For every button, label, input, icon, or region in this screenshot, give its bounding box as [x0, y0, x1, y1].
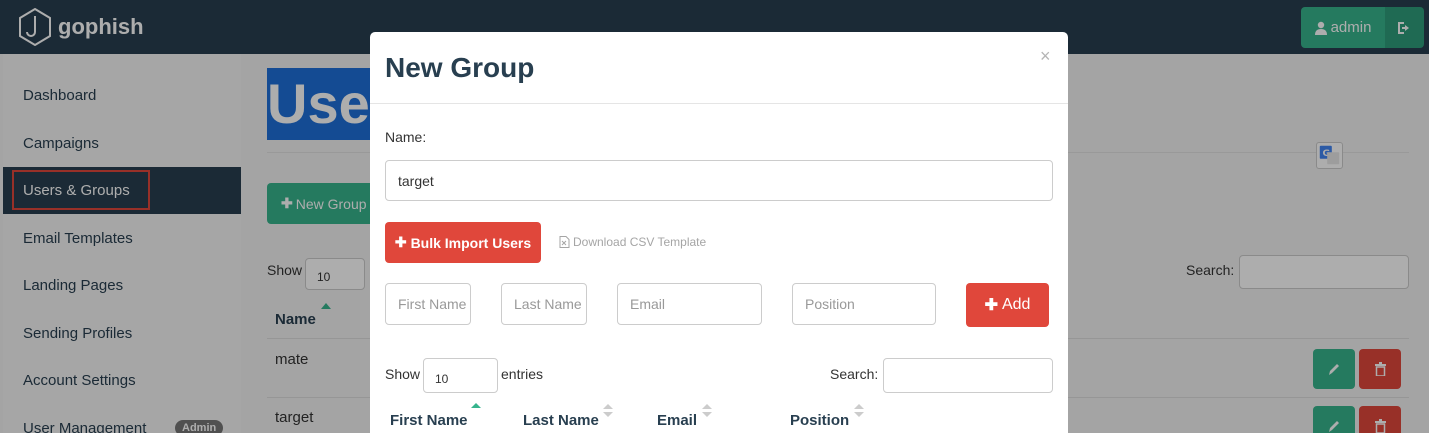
plus-icon: ✚ — [394, 234, 407, 250]
download-csv-link[interactable]: Download CSV Template — [559, 235, 706, 249]
add-label: Add — [1001, 296, 1031, 313]
column-header-last-name[interactable]: Last Name — [523, 412, 599, 429]
sort-icon — [702, 404, 712, 417]
modal-header-divider — [370, 103, 1068, 104]
modal-title: New Group — [385, 52, 535, 83]
download-csv-label: Download CSV Template — [573, 235, 707, 249]
position-input[interactable] — [792, 283, 936, 325]
column-header-email[interactable]: Email — [657, 412, 697, 429]
bulk-import-button[interactable]: ✚ Bulk Import Users — [385, 222, 541, 263]
sort-icon — [854, 404, 864, 417]
name-label: Name: — [385, 129, 427, 145]
last-name-input[interactable] — [501, 283, 587, 325]
page-length-select[interactable]: 10 — [423, 358, 498, 393]
show-label: Show — [385, 366, 421, 382]
group-name-input[interactable] — [385, 160, 1053, 201]
entries-label: entries — [501, 366, 544, 382]
add-user-button[interactable]: ✚ Add — [966, 283, 1049, 327]
email-input[interactable] — [617, 283, 762, 325]
plus-icon: ✚ — [984, 297, 998, 314]
first-name-input[interactable] — [385, 283, 471, 325]
search-input[interactable] — [883, 358, 1053, 393]
column-header-first-name[interactable]: First Name — [390, 412, 468, 429]
bulk-import-label: Bulk Import Users — [410, 234, 532, 251]
sort-icon — [603, 404, 613, 417]
column-header-position[interactable]: Position — [790, 412, 849, 429]
search-label: Search: — [830, 366, 879, 382]
close-icon[interactable]: × — [1040, 46, 1051, 67]
sort-asc-icon — [471, 403, 481, 408]
file-excel-icon — [559, 236, 570, 248]
new-group-modal: New Group × Name: ✚ Bulk Import Users Do… — [370, 32, 1068, 433]
